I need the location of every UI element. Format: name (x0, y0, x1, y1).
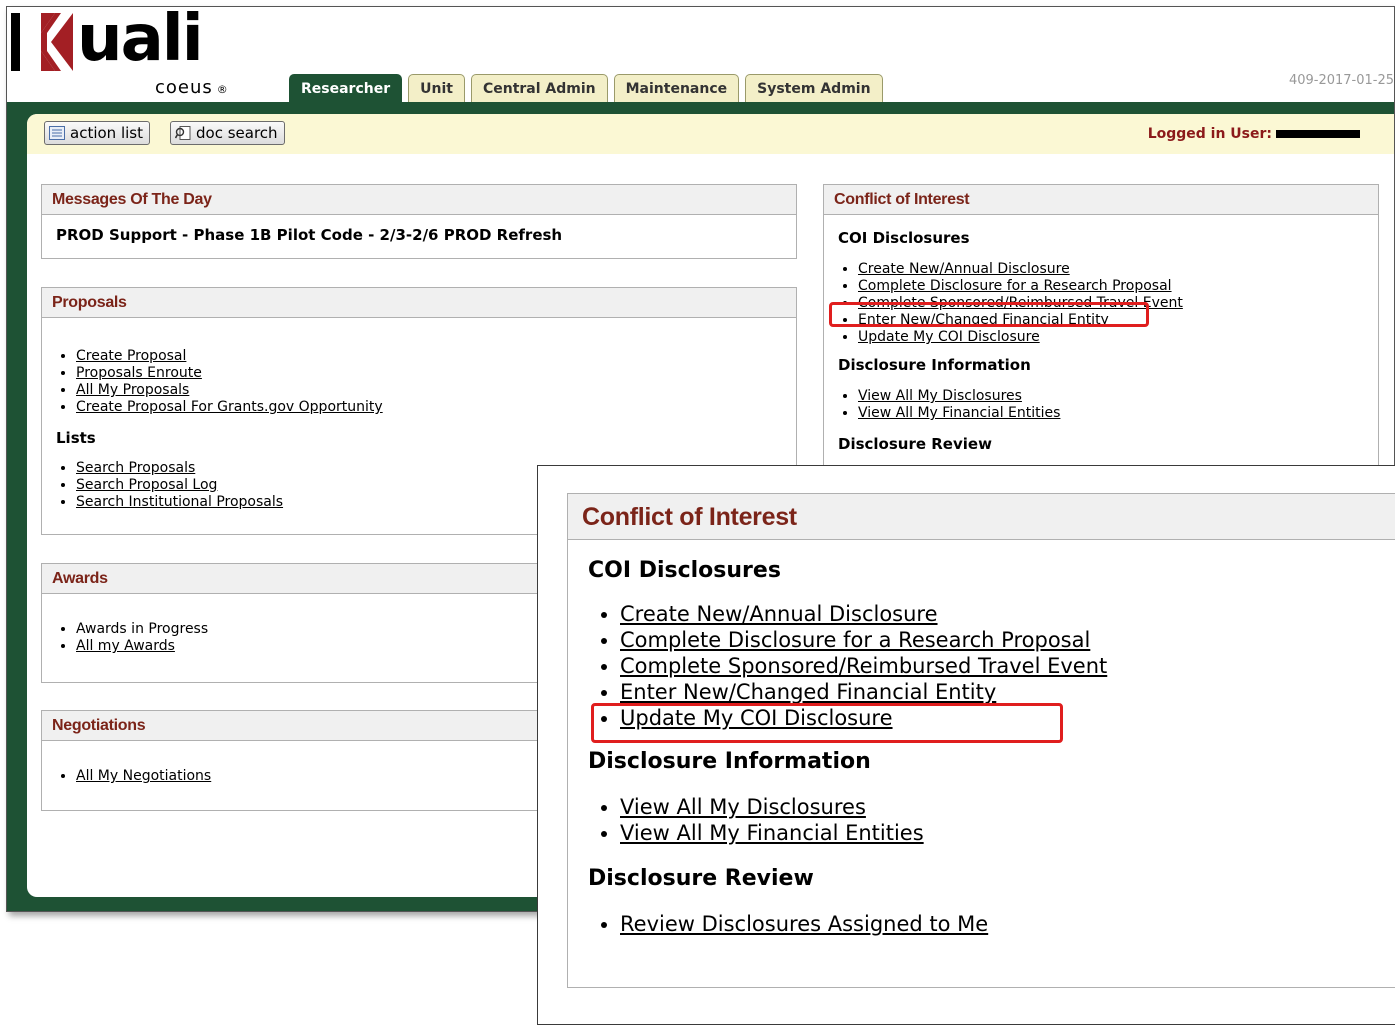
lists-heading: Lists (56, 429, 96, 447)
tab-system-admin[interactable]: System Admin (745, 74, 883, 103)
tab-unit[interactable]: Unit (408, 74, 465, 103)
highlight-box (829, 302, 1149, 327)
create-proposal-link[interactable]: Create Proposal (76, 348, 186, 364)
create-annual-disclosure-link[interactable]: Create New/Annual Disclosure (858, 261, 1070, 277)
tab-researcher[interactable]: Researcher (289, 74, 403, 103)
proposals-enroute-link[interactable]: Proposals Enroute (76, 365, 202, 381)
view-all-financial-entities-link[interactable]: View All My Financial Entities (858, 405, 1060, 421)
list-item: Complete Sponsored/Reimbursed Travel Eve… (620, 653, 1386, 679)
kuali-logo-icon (11, 13, 73, 71)
list-item: Proposals Enroute (76, 365, 782, 382)
search-institutional-proposals-link[interactable]: Search Institutional Proposals (76, 494, 283, 510)
list-item: View All My Financial Entities (620, 820, 1386, 846)
action-list-label: action list (70, 124, 143, 142)
disclosure-info-list: View All My Disclosures View All My Fina… (838, 388, 1364, 422)
coi-zoom-info-heading: Disclosure Information (588, 749, 871, 774)
list-item: View All My Disclosures (858, 388, 1364, 405)
list-item: Create Proposal (76, 348, 782, 365)
list-item: Review Disclosures Assigned to Me (620, 911, 1386, 937)
review-assigned-disclosures-link[interactable]: Review Disclosures Assigned to Me (620, 912, 988, 936)
header: uali coeus ® 409-2017-01-25 Researcher Un… (7, 3, 1394, 103)
view-all-disclosures-link[interactable]: View All My Disclosures (858, 388, 1022, 404)
grants-gov-proposal-link[interactable]: Create Proposal For Grants.gov Opportuni… (76, 399, 383, 415)
update-coi-disclosure-link[interactable]: Update My COI Disclosure (858, 329, 1040, 345)
doc-search-label: doc search (196, 124, 278, 142)
messages-box: Messages Of The Day PROD Support - Phase… (41, 184, 797, 259)
logo-text: uali (77, 2, 204, 76)
all-my-negotiations-link[interactable]: All My Negotiations (76, 768, 211, 784)
proposals-list: Create Proposal Proposals Enroute All My… (56, 348, 782, 416)
logo-sub-text: coeus (155, 77, 213, 98)
disclosure-review-heading: Disclosure Review (838, 435, 992, 453)
research-proposal-disclosure-link[interactable]: Complete Disclosure for a Research Propo… (620, 628, 1090, 652)
version-label: 409-2017-01-25 (1288, 73, 1394, 88)
zoom-callout: Conflict of Interest COI Disclosures Cre… (537, 465, 1395, 1025)
tab-central-admin[interactable]: Central Admin (470, 74, 608, 103)
list-item: Create New/Annual Disclosure (858, 261, 1364, 278)
action-list-icon (49, 126, 65, 140)
proposals-title: Proposals (42, 288, 796, 318)
logged-in-user: Logged in User: (1148, 126, 1360, 142)
all-my-awards-link[interactable]: All my Awards (76, 638, 175, 654)
coi-disclosures-heading: COI Disclosures (838, 229, 970, 247)
list-item: Create New/Annual Disclosure (620, 601, 1386, 627)
list-item: View All My Disclosures (620, 794, 1386, 820)
messages-title: Messages Of The Day (42, 185, 796, 215)
registered-mark: ® (216, 83, 228, 96)
coi-zoom-disclosures-heading: COI Disclosures (588, 558, 781, 583)
disclosure-info-heading: Disclosure Information (838, 356, 1031, 374)
toolbar: action list doc search Logged in User: (27, 114, 1394, 154)
list-item: Complete Disclosure for a Research Propo… (620, 627, 1386, 653)
list-item: Update My COI Disclosure (858, 329, 1364, 346)
action-list-button[interactable]: action list (44, 121, 150, 145)
list-item: Create Proposal For Grants.gov Opportuni… (76, 399, 782, 416)
list-item: Enter New/Changed Financial Entity (620, 679, 1386, 705)
travel-event-link[interactable]: Complete Sponsored/Reimbursed Travel Eve… (620, 654, 1107, 678)
coi-zoom-review-list: Review Disclosures Assigned to Me (588, 911, 1386, 937)
search-proposal-log-link[interactable]: Search Proposal Log (76, 477, 217, 493)
coi-zoom-review-heading: Disclosure Review (588, 866, 814, 891)
tab-bar: Researcher Unit Central Admin Maintenanc… (289, 74, 883, 103)
all-my-proposals-link[interactable]: All My Proposals (76, 382, 189, 398)
highlight-box (591, 703, 1063, 743)
coi-zoom-title: Conflict of Interest (568, 494, 1395, 540)
list-item: Complete Disclosure for a Research Propo… (858, 278, 1364, 295)
tab-maintenance[interactable]: Maintenance (613, 74, 740, 103)
coi-zoom-info-list: View All My Disclosures View All My Fina… (588, 794, 1386, 846)
create-annual-disclosure-link[interactable]: Create New/Annual Disclosure (620, 602, 938, 626)
financial-entity-link[interactable]: Enter New/Changed Financial Entity (620, 680, 996, 704)
logged-in-label: Logged in User: (1147, 126, 1272, 142)
awards-in-progress: Awards in Progress (76, 621, 209, 637)
logo-subtitle: coeus ® (155, 77, 228, 98)
doc-search-button[interactable]: doc search (170, 121, 285, 145)
doc-search-icon (175, 126, 191, 140)
coi-zoom-box: Conflict of Interest COI Disclosures Cre… (567, 493, 1395, 988)
search-proposals-link[interactable]: Search Proposals (76, 460, 195, 476)
redacted-username (1276, 130, 1360, 138)
research-proposal-disclosure-link[interactable]: Complete Disclosure for a Research Propo… (858, 278, 1172, 294)
view-all-disclosures-link[interactable]: View All My Disclosures (620, 795, 866, 819)
view-all-financial-entities-link[interactable]: View All My Financial Entities (620, 821, 924, 845)
coi-title: Conflict of Interest (824, 185, 1378, 215)
messages-text: PROD Support - Phase 1B Pilot Code - 2/3… (56, 226, 563, 244)
list-item: All My Proposals (76, 382, 782, 399)
list-item: View All My Financial Entities (858, 405, 1364, 422)
